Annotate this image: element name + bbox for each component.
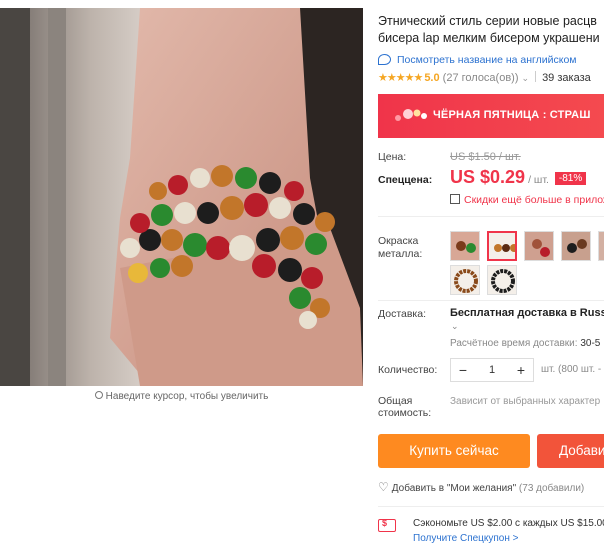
- rating-votes[interactable]: (27 голоса(ов)): [443, 72, 519, 84]
- total-label-line2: стоимость:: [378, 407, 432, 419]
- color-swatch[interactable]: [524, 231, 554, 261]
- old-price: US $1.50 / шт.: [450, 151, 521, 163]
- delivery-time-value: 30-5: [580, 338, 601, 349]
- color-label: Окраска металла:: [378, 235, 422, 261]
- promo-text: ЧЁРНАЯ ПЯТНИЦА : СТРАШ: [433, 109, 591, 121]
- discount-badge: -81%: [554, 172, 587, 185]
- coupon-section: Сэкономьте US $2.00 с каждых US $15.00 П…: [378, 506, 604, 554]
- rating-row: ★★★★★ 5.0 (27 голоса(ов)) ⌄ 39 заказа: [378, 71, 591, 84]
- coupon-icon: [378, 518, 396, 532]
- orders-count: 39 заказа: [542, 72, 591, 84]
- special-price: US $0.29: [450, 167, 526, 187]
- quantity-input[interactable]: 1: [475, 359, 509, 381]
- product-info-panel: Этнический стиль серии новые расцв бисер…: [375, 0, 604, 554]
- magnifier-icon: [94, 391, 103, 399]
- heart-icon: ♡: [378, 480, 389, 494]
- translate-icon: [378, 54, 391, 65]
- translate-link[interactable]: Посмотреть название на английском: [378, 54, 577, 66]
- price-label: Цена:: [378, 151, 407, 163]
- total-label: Общая стоимость:: [378, 395, 431, 419]
- coupon-text: Сэкономьте US $2.00 с каждых US $15.00: [413, 518, 604, 529]
- rating-stars-icon: ★★★★★: [378, 72, 423, 84]
- qr-code-icon: [450, 194, 460, 204]
- quantity-available: шт. (800 шт. - Ещё: [541, 364, 604, 375]
- delivery-label: Доставка:: [378, 308, 427, 320]
- delivery-time: Расчётное время доставки: 30-5: [450, 338, 600, 349]
- quantity-plus-button[interactable]: +: [509, 359, 533, 381]
- product-title-line1: Этнический стиль серии новые расцв: [378, 14, 597, 28]
- product-title: Этнический стиль серии новые расцв бисер…: [378, 13, 600, 47]
- wishlist-text[interactable]: Добавить в "Мои желания": [392, 483, 516, 494]
- add-to-wishlist[interactable]: ♡ Добавить в "Мои желания" (73 добавили): [378, 480, 584, 494]
- color-swatch[interactable]: [450, 265, 480, 295]
- ornament-icon: [395, 109, 427, 121]
- product-main-image[interactable]: [0, 8, 363, 386]
- black-friday-banner[interactable]: ЧЁРНАЯ ПЯТНИЦА : СТРАШ: [378, 94, 604, 138]
- color-label-line1: Окраска: [378, 235, 419, 247]
- delivery-time-label: Расчётное время доставки:: [450, 338, 578, 349]
- special-price-label: Спеццена:: [378, 174, 433, 186]
- total-value: Зависит от выбранных характер: [450, 396, 601, 407]
- color-swatch[interactable]: [487, 265, 517, 295]
- delivery-option[interactable]: Бесплатная доставка в Russian: [450, 307, 604, 319]
- color-swatch[interactable]: [561, 231, 591, 261]
- total-label-line1: Общая: [378, 395, 413, 407]
- buy-now-button[interactable]: Купить сейчас: [378, 434, 530, 468]
- color-swatch-selected[interactable]: [487, 231, 517, 261]
- quantity-label: Количество:: [378, 364, 438, 376]
- color-label-line2: металла:: [378, 248, 423, 260]
- price-row: US $0.29/ шт. -81%: [450, 167, 587, 188]
- quantity-minus-button[interactable]: −: [451, 359, 475, 381]
- delivery-value[interactable]: Бесплатная доставка в Russian: [450, 307, 604, 319]
- divider: [378, 300, 604, 301]
- app-discount-link[interactable]: Скидки ещё больше в прилож: [450, 194, 604, 206]
- divider: [378, 216, 604, 217]
- divider: [535, 71, 537, 82]
- color-swatch[interactable]: [598, 231, 604, 261]
- zoom-hint-text: Наведите курсор, чтобы увеличить: [105, 391, 269, 402]
- product-title-line2: бисера lap мелким бисером украшени: [378, 31, 600, 45]
- chevron-down-icon[interactable]: ⌄: [522, 73, 530, 83]
- delivery-dropdown-icon[interactable]: ⌄: [451, 321, 459, 332]
- quantity-stepper: − 1 +: [450, 358, 534, 382]
- add-to-cart-button[interactable]: Добави: [537, 434, 604, 468]
- translate-link-text[interactable]: Посмотреть название на английском: [397, 54, 577, 66]
- price-unit: / шт.: [528, 174, 549, 186]
- color-swatch[interactable]: [450, 231, 480, 261]
- wishlist-count: (73 добавили): [518, 483, 585, 494]
- app-discount-text[interactable]: Скидки ещё больше в прилож: [464, 194, 604, 206]
- zoom-hint: Наведите курсор, чтобы увеличить: [0, 391, 363, 402]
- bracelet-photo: [0, 8, 363, 386]
- get-coupon-link[interactable]: Получите Спецкупон >: [413, 533, 519, 544]
- rating-value: 5.0: [424, 72, 440, 84]
